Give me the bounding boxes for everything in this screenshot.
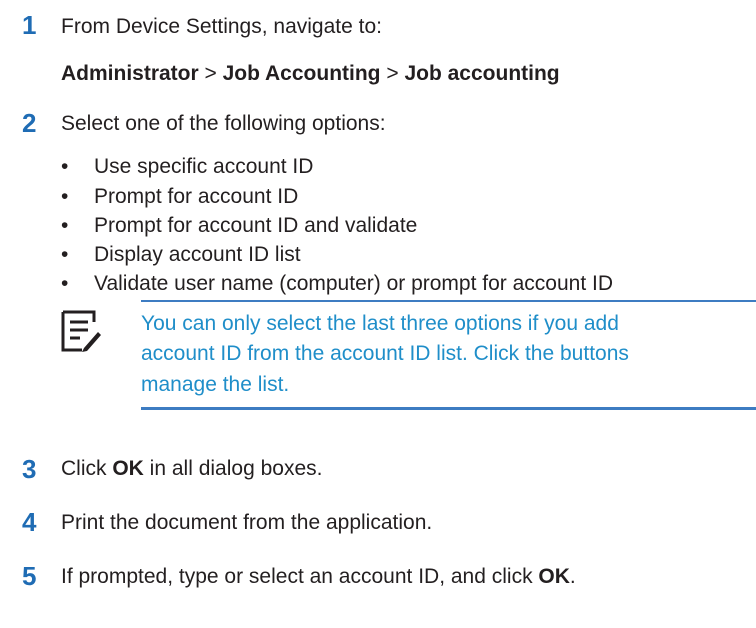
bullet-icon: • <box>61 155 69 178</box>
note-line-1: You can only select the last three optio… <box>141 312 619 335</box>
option-item: • Validate user name (computer) or prompt… <box>61 273 613 294</box>
step-number-3: 3 <box>22 454 37 484</box>
path-separator: > <box>198 62 223 85</box>
ok-label: OK <box>112 457 144 480</box>
path-job-accounting-setting: Job accounting <box>404 62 560 85</box>
path-administrator: Administrator <box>61 62 199 85</box>
step-1-text: From Device Settings, navigate to: <box>61 15 382 38</box>
step-1-navigation-path: Administrator > Job Accounting > Job acc… <box>61 63 560 84</box>
note-bottom-rule <box>141 407 756 410</box>
option-item: • Display account ID list <box>61 244 301 265</box>
step-3-text-after: in all dialog boxes. <box>143 457 323 480</box>
option-label: Prompt for account ID <box>94 185 299 208</box>
step-5-text: If prompted, type or select an account I… <box>61 566 576 587</box>
option-label: Display account ID list <box>94 243 301 266</box>
step-number-4: 4 <box>22 507 37 537</box>
path-separator: > <box>380 62 405 85</box>
step-number-1: 1 <box>22 10 37 40</box>
option-item: • Use specific account ID <box>61 156 313 177</box>
path-job-accounting: Job Accounting <box>222 62 381 85</box>
step-5-text-after: . <box>569 565 576 588</box>
step-number-5: 5 <box>22 561 37 591</box>
note-line-3: manage the list. <box>141 373 290 396</box>
option-label: Use specific account ID <box>94 155 314 178</box>
ok-label: OK <box>538 565 570 588</box>
bullet-icon: • <box>61 243 69 266</box>
bullet-icon: • <box>61 272 69 295</box>
note-line-2: account ID from the account ID list. Cli… <box>141 342 629 365</box>
bullet-icon: • <box>61 214 69 237</box>
option-item: • Prompt for account ID and validate <box>61 215 417 236</box>
option-item: • Prompt for account ID <box>61 186 298 207</box>
note-top-rule <box>141 300 756 302</box>
step-4-text: Print the document from the application. <box>61 511 433 534</box>
step-3-text-before: Click <box>61 457 113 480</box>
step-5-text-before: If prompted, type or select an account I… <box>61 565 539 588</box>
step-3-text: Click OK in all dialog boxes. <box>61 458 322 479</box>
option-label: Validate user name (computer) or prompt … <box>94 272 614 295</box>
step-number-2: 2 <box>22 108 37 138</box>
option-label: Prompt for account ID and validate <box>94 214 418 237</box>
step-2-text: Select one of the following options: <box>61 112 386 135</box>
bullet-icon: • <box>61 185 69 208</box>
note-pencil-icon <box>61 310 101 352</box>
